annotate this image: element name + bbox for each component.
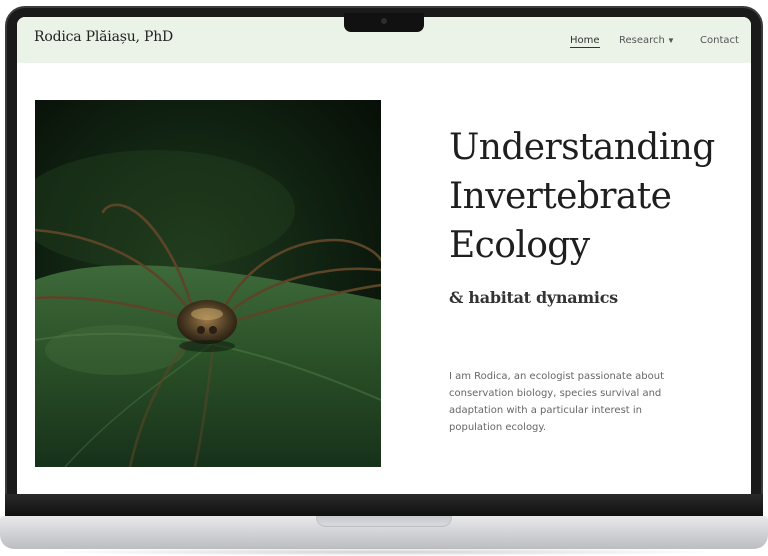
chevron-down-icon[interactable]: ▼ xyxy=(667,36,675,45)
hero-bio: I am Rodica, an ecologist passionate abo… xyxy=(449,371,665,433)
nav-contact-link[interactable]: Contact xyxy=(700,35,739,46)
hero-subheadline: & habitat dynamics xyxy=(449,288,618,307)
laptop-lid-groove xyxy=(316,516,452,527)
hero-headline: Understanding Invertebrate Ecology xyxy=(449,123,739,270)
laptop-shadow xyxy=(40,548,728,556)
headline-line: Ecology xyxy=(449,225,590,266)
hero-image xyxy=(35,100,381,467)
site-brand[interactable]: Rodica Plăiașu, PhD xyxy=(34,29,173,45)
nav-research-link[interactable]: Research xyxy=(619,35,665,46)
laptop-chin xyxy=(5,494,763,518)
headline-line: Invertebrate xyxy=(449,176,672,217)
headline-line: Understanding xyxy=(449,127,715,168)
laptop-screen: Rodica Plăiașu, PhD Home Research ▼ Cont… xyxy=(17,17,751,494)
webcam-icon xyxy=(381,18,387,24)
harvestman-photo xyxy=(35,100,381,467)
nav-home-link[interactable]: Home xyxy=(570,35,600,48)
